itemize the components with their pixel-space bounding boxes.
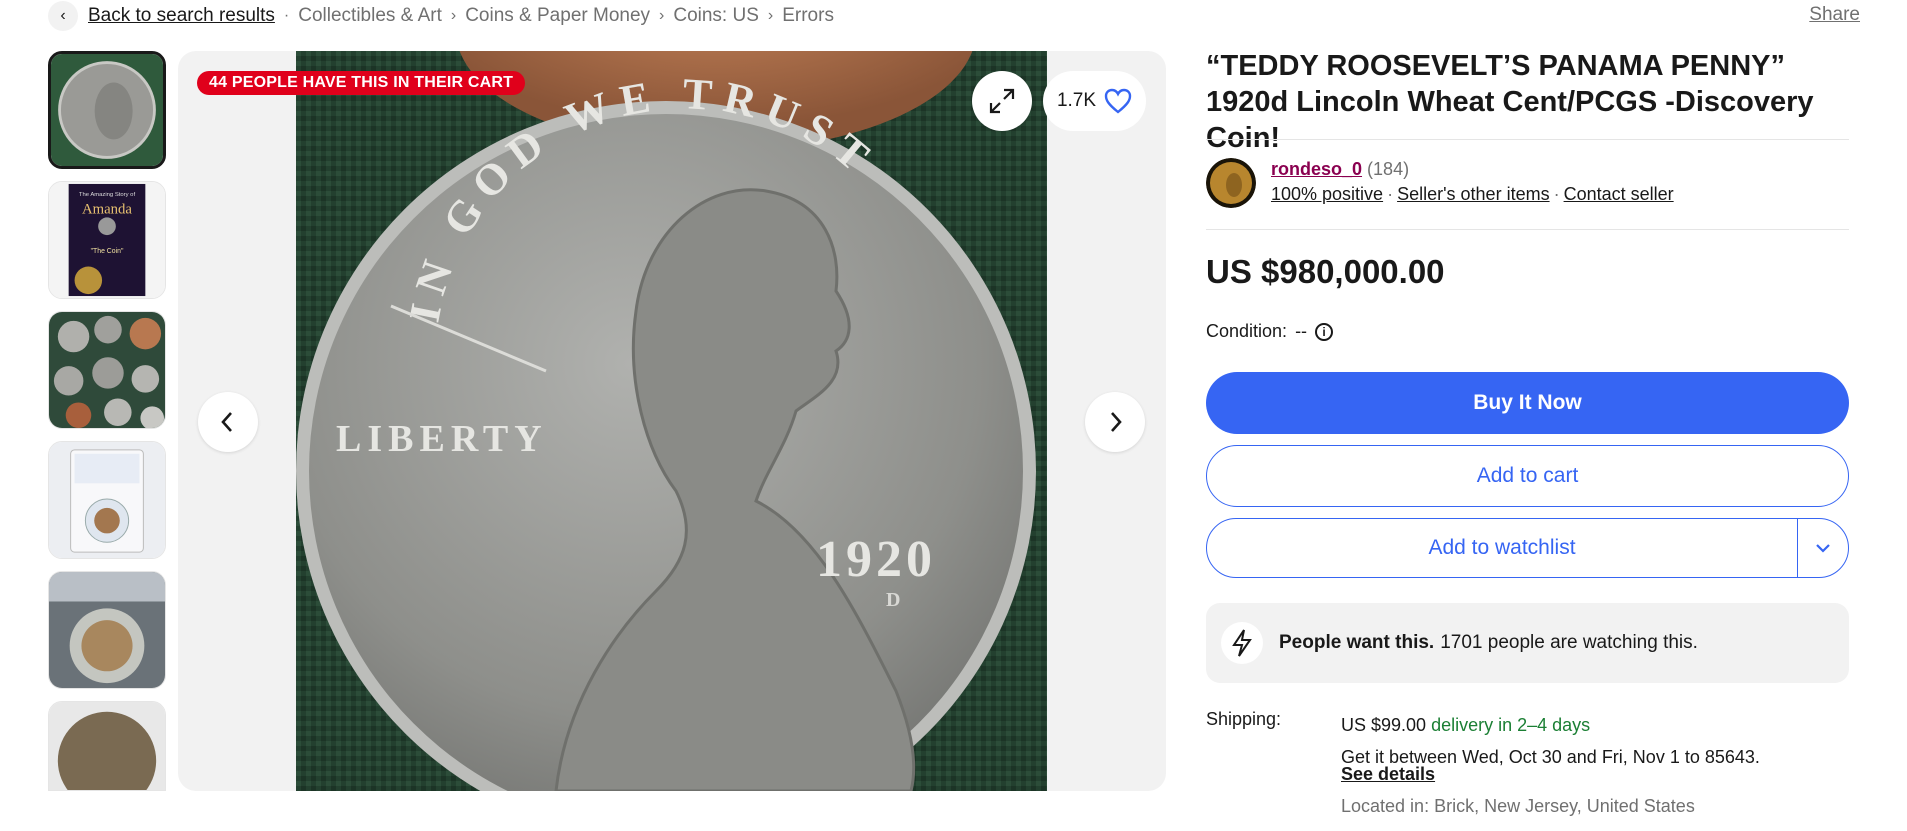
book-cover-thumbnail: The Amazing Story of Amanda "The Coin"	[49, 182, 165, 298]
condition-row: Condition: -- i	[1206, 321, 1334, 342]
seller-feedback-count[interactable]: (184)	[1367, 159, 1409, 179]
seller-other-items-link[interactable]: Seller's other items	[1397, 184, 1550, 204]
seller-name-link[interactable]: rondeso_0	[1271, 159, 1362, 179]
condition-value: --	[1295, 321, 1308, 341]
heart-icon	[1104, 88, 1132, 114]
thumbnail-4[interactable]	[48, 441, 166, 559]
coin-date: 1920	[816, 531, 936, 588]
expand-button[interactable]	[972, 71, 1032, 131]
divider	[1206, 139, 1849, 140]
chevron-down-icon	[1816, 544, 1830, 553]
separator: ·	[1387, 184, 1394, 204]
see-details-link[interactable]: See details	[1341, 764, 1435, 785]
watch-count: 1.7K	[1056, 90, 1097, 111]
coins-collection-thumbnail	[49, 312, 165, 428]
demand-signal-panel: People want this. 1701 people are watchi…	[1206, 603, 1849, 683]
coin-mint-mark: D	[886, 589, 900, 611]
pcgs-slab-thumbnail	[49, 442, 165, 558]
next-image-button[interactable]	[1085, 392, 1145, 452]
coin-legend-left: LIBERTY	[336, 418, 548, 460]
seller-avatar[interactable]	[1206, 158, 1256, 208]
add-to-cart-button[interactable]: Add to cart	[1206, 445, 1849, 507]
chevron-right-icon: ›	[659, 7, 665, 24]
thumbnail-2[interactable]: The Amazing Story of Amanda "The Coin"	[48, 181, 166, 299]
breadcrumb-item-collectibles[interactable]: Collectibles & Art	[298, 5, 442, 27]
share-link[interactable]: Share	[1809, 4, 1860, 26]
seller-info: rondeso_0 (184)	[1271, 159, 1409, 180]
chevron-right-icon: ›	[450, 7, 457, 24]
demand-signal-title: People want this.	[1279, 632, 1435, 653]
breadcrumb-item-errors[interactable]: Errors	[782, 5, 834, 27]
previous-image-button[interactable]	[198, 392, 258, 452]
back-to-search-link[interactable]: Back to search results	[88, 5, 275, 27]
breadcrumb-item-coins-paper-money[interactable]: Coins & Paper Money	[465, 5, 650, 27]
breadcrumb-separator: ·	[283, 7, 290, 24]
chevron-right-icon	[1111, 412, 1122, 432]
book-cover-line1: The Amazing Story of	[79, 192, 136, 198]
slabbed-coin-closeup-thumbnail	[49, 572, 165, 688]
coin-thumbnail	[51, 54, 163, 166]
coin-thumbnail	[49, 702, 165, 790]
lightning-icon	[1221, 622, 1263, 664]
watchlist-dropdown-button[interactable]	[1797, 519, 1848, 577]
thumbnail-3[interactable]	[48, 311, 166, 429]
book-cover-line3: "The Coin"	[91, 248, 124, 255]
chevron-right-icon: ›	[767, 7, 774, 24]
book-cover-line2: Amanda	[82, 201, 132, 217]
add-to-watchlist-button[interactable]: Add to watchlist	[1207, 519, 1797, 577]
thumbnail-6[interactable]	[48, 701, 166, 791]
separator: ·	[1553, 184, 1560, 204]
cart-count-badge: 44 PEOPLE HAVE THIS IN THEIR CART	[197, 71, 526, 95]
shipping-label: Shipping:	[1206, 709, 1282, 729]
contact-seller-link[interactable]: Contact seller	[1564, 184, 1674, 204]
seller-links: 100% positive · Seller's other items · Conta…	[1271, 184, 1674, 205]
thumbnail-1[interactable]	[48, 51, 166, 169]
breadcrumb: ‹ Back to search results · Collectibles …	[48, 0, 834, 32]
seller-positive-link[interactable]: 100% positive	[1271, 184, 1383, 204]
info-icon[interactable]: i	[1315, 322, 1334, 341]
chevron-left-icon	[221, 412, 232, 432]
thumbnail-5[interactable]	[48, 571, 166, 689]
watchlist-button-group: Add to watchlist	[1206, 518, 1849, 578]
main-coin-image: IN GOD WE TRUST LIBERTY 1920 D	[296, 51, 1047, 791]
expand-icon	[989, 88, 1015, 114]
item-price: US $980,000.00	[1206, 253, 1445, 290]
item-location: Located in: Brick, New Jersey, United St…	[1341, 796, 1695, 816]
buy-it-now-button[interactable]: Buy It Now	[1206, 372, 1849, 434]
condition-label: Condition:	[1206, 321, 1288, 341]
demand-signal-text: 1701 people are watching this.	[1440, 632, 1698, 653]
watch-button[interactable]: 1.7K	[1043, 71, 1146, 131]
delivery-speed: delivery in 2–4 days	[1431, 715, 1591, 735]
chevron-left-icon[interactable]: ‹	[48, 1, 78, 31]
shipping-cost: US $99.00	[1341, 715, 1427, 735]
divider	[1206, 229, 1849, 230]
breadcrumb-item-coins-us[interactable]: Coins: US	[673, 5, 759, 27]
